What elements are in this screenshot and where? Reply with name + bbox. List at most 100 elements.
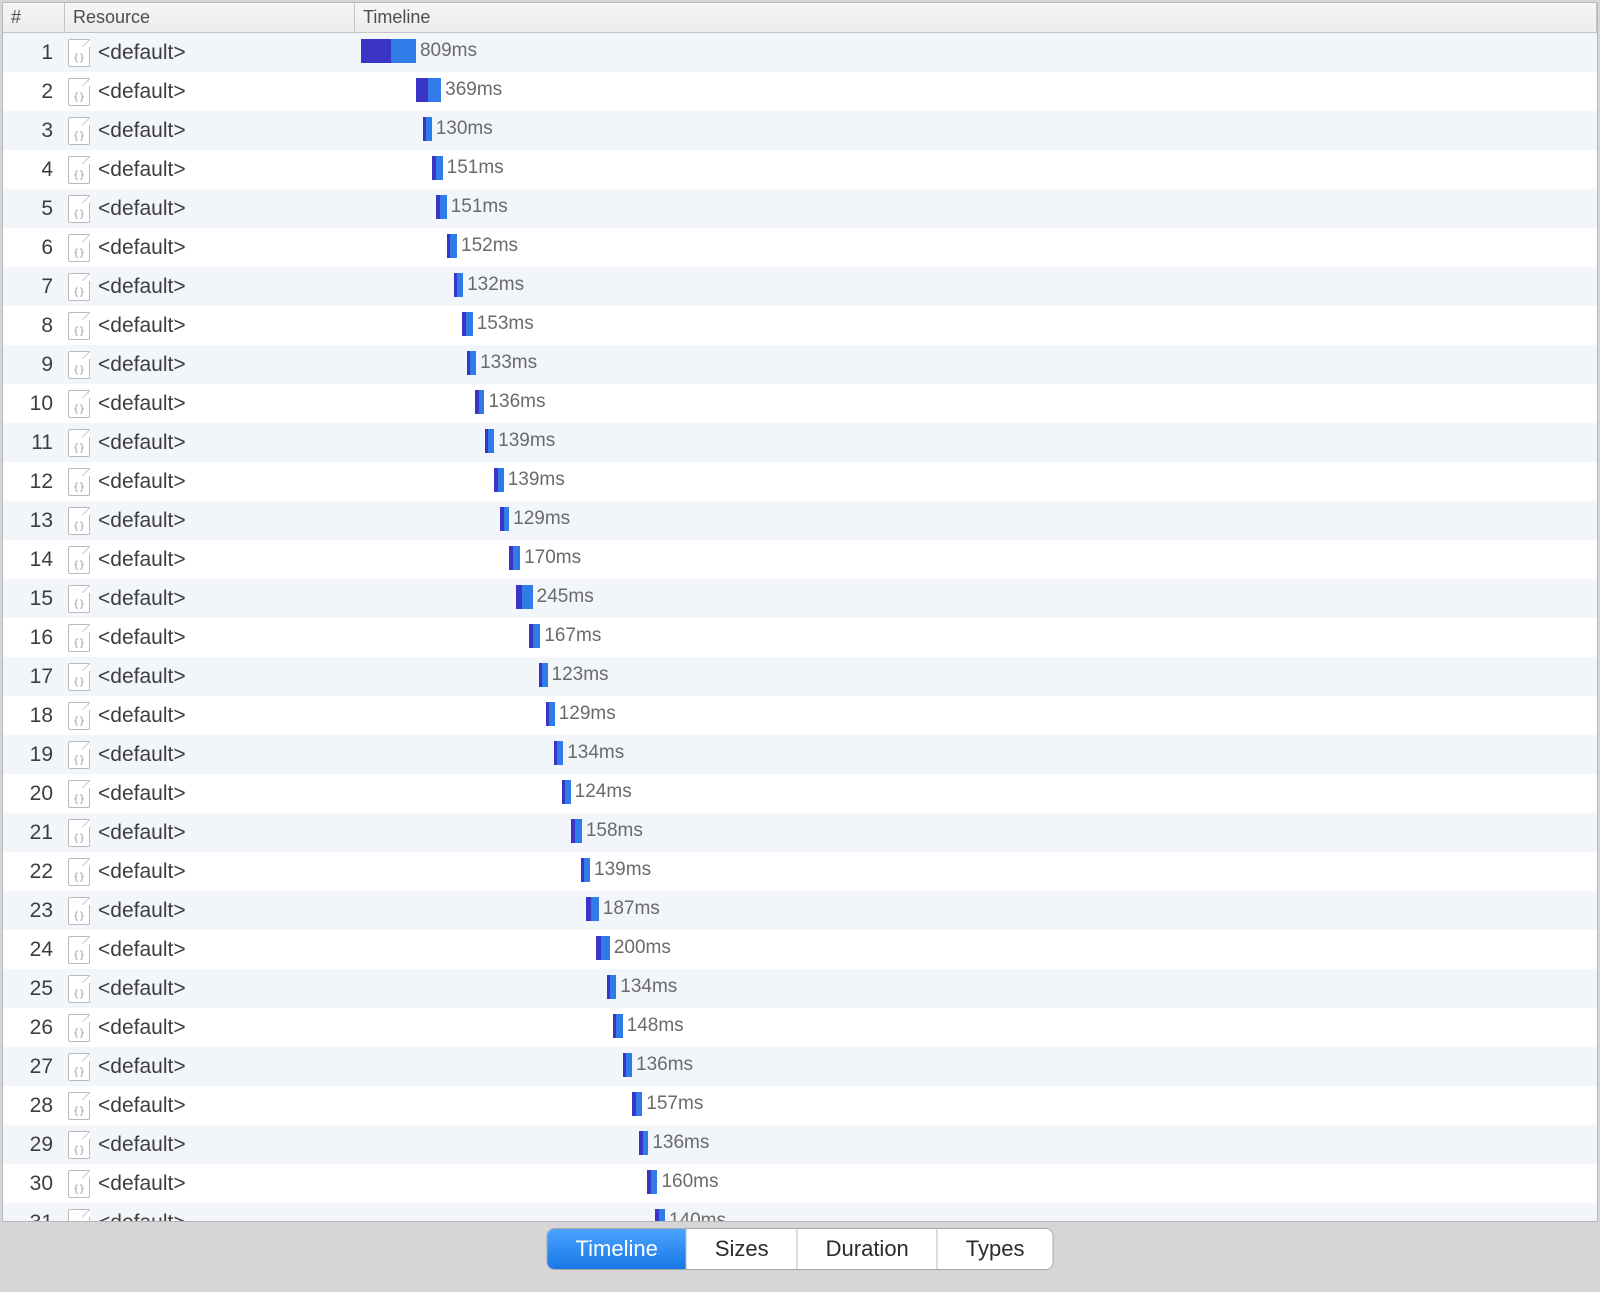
- resource-name: <default>: [98, 1172, 186, 1196]
- table-row[interactable]: 13<default>129ms: [3, 501, 1597, 540]
- timeline-bar-receiving: [488, 429, 494, 453]
- row-index: 17: [3, 665, 65, 689]
- table-row[interactable]: 21<default>158ms: [3, 813, 1597, 852]
- table-row[interactable]: 6<default>152ms: [3, 228, 1597, 267]
- timeline-bar[interactable]: 369ms: [416, 78, 502, 102]
- timeline-bar[interactable]: 148ms: [613, 1014, 684, 1038]
- timeline-bar[interactable]: 140ms: [655, 1209, 726, 1221]
- table-row[interactable]: 12<default>139ms: [3, 462, 1597, 501]
- timeline-bar[interactable]: 134ms: [607, 975, 677, 999]
- timeline-bar[interactable]: 139ms: [494, 468, 564, 492]
- timeline-bar[interactable]: 129ms: [546, 702, 616, 726]
- timeline-bar[interactable]: 136ms: [623, 1053, 693, 1077]
- table-row[interactable]: 30<default>160ms: [3, 1164, 1597, 1203]
- timeline-bar[interactable]: 153ms: [462, 312, 533, 336]
- table-row[interactable]: 3<default>130ms: [3, 111, 1597, 150]
- timeline-bar[interactable]: 132ms: [454, 273, 524, 297]
- table-row[interactable]: 22<default>139ms: [3, 852, 1597, 891]
- table-row[interactable]: 5<default>151ms: [3, 189, 1597, 228]
- resource-name: <default>: [98, 782, 186, 806]
- tab-timeline[interactable]: Timeline: [548, 1229, 687, 1269]
- timeline-bar[interactable]: 139ms: [581, 858, 651, 882]
- timeline-bar[interactable]: 200ms: [596, 936, 671, 960]
- row-timeline-cell: 123ms: [355, 657, 1597, 696]
- row-index: 5: [3, 197, 65, 221]
- timeline-bar[interactable]: 129ms: [500, 507, 570, 531]
- timeline-bar[interactable]: 136ms: [639, 1131, 709, 1155]
- table-row[interactable]: 27<default>136ms: [3, 1047, 1597, 1086]
- table-row[interactable]: 14<default>170ms: [3, 540, 1597, 579]
- timeline-bar[interactable]: 151ms: [432, 156, 503, 180]
- resource-name: <default>: [98, 236, 186, 260]
- timeline-bar-label: 134ms: [567, 742, 624, 764]
- timeline-bar-receiving: [428, 78, 441, 102]
- timeline-bar[interactable]: 170ms: [509, 546, 582, 570]
- table-row[interactable]: 9<default>133ms: [3, 345, 1597, 384]
- timeline-bar[interactable]: 245ms: [516, 585, 594, 609]
- row-index: 1: [3, 41, 65, 65]
- column-header-index[interactable]: #: [3, 3, 65, 32]
- file-icon: [68, 312, 90, 340]
- timeline-bar[interactable]: 123ms: [539, 663, 608, 687]
- table-row[interactable]: 16<default>167ms: [3, 618, 1597, 657]
- table-row[interactable]: 11<default>139ms: [3, 423, 1597, 462]
- table-row[interactable]: 24<default>200ms: [3, 930, 1597, 969]
- table-row[interactable]: 7<default>132ms: [3, 267, 1597, 306]
- table-row[interactable]: 15<default>245ms: [3, 579, 1597, 618]
- timeline-bar[interactable]: 160ms: [647, 1170, 719, 1194]
- timeline-bar-label: 157ms: [646, 1093, 703, 1115]
- timeline-bar[interactable]: 134ms: [554, 741, 624, 765]
- table-row[interactable]: 1<default>809ms: [3, 33, 1597, 72]
- timeline-bar[interactable]: 167ms: [529, 624, 601, 648]
- file-icon: [68, 507, 90, 535]
- table-row[interactable]: 4<default>151ms: [3, 150, 1597, 189]
- timeline-bar[interactable]: 158ms: [571, 819, 643, 843]
- table-row[interactable]: 20 <default> 124ms: [3, 774, 1597, 813]
- row-index: 13: [3, 509, 65, 533]
- timeline-bar-waiting: [416, 78, 428, 102]
- timeline-bar-receiving: [470, 351, 476, 375]
- column-header-timeline[interactable]: Timeline: [355, 3, 1597, 32]
- tab-duration[interactable]: Duration: [798, 1229, 938, 1269]
- timeline-bar[interactable]: 157ms: [632, 1092, 704, 1116]
- table-row[interactable]: 2<default>369ms: [3, 72, 1597, 111]
- row-index: 20: [3, 782, 65, 806]
- table-row[interactable]: 17<default>123ms: [3, 657, 1597, 696]
- row-index: 12: [3, 470, 65, 494]
- timeline-bar[interactable]: 130ms: [423, 117, 493, 141]
- row-resource: <default>: [65, 1092, 355, 1120]
- resource-name: <default>: [98, 899, 186, 923]
- table-row[interactable]: 31<default>140ms: [3, 1203, 1597, 1221]
- table-row[interactable]: 19<default>134ms: [3, 735, 1597, 774]
- table-row[interactable]: 29<default>136ms: [3, 1125, 1597, 1164]
- table-row[interactable]: 26<default>148ms: [3, 1008, 1597, 1047]
- timeline-bar-receiving: [466, 312, 473, 336]
- timeline-bar[interactable]: 139ms: [485, 429, 555, 453]
- table-row[interactable]: 28<default> 157ms: [3, 1086, 1597, 1125]
- timeline-bar[interactable]: 136ms: [475, 390, 545, 414]
- file-icon: [68, 1131, 90, 1159]
- timeline-bar-receiving: [498, 468, 504, 492]
- tab-sizes[interactable]: Sizes: [687, 1229, 798, 1269]
- tab-types[interactable]: Types: [938, 1229, 1053, 1269]
- row-index: 25: [3, 977, 65, 1001]
- table-row[interactable]: 25<default>134ms: [3, 969, 1597, 1008]
- row-index: 28: [3, 1094, 65, 1118]
- table-row[interactable]: 8<default>153ms: [3, 306, 1597, 345]
- timeline-rows-scroll[interactable]: 1<default>809ms2<default>369ms3<default>…: [3, 33, 1597, 1221]
- timeline-bar-receiving: [616, 1014, 622, 1038]
- column-header-resource[interactable]: Resource: [65, 3, 355, 32]
- timeline-bar[interactable]: 152ms: [447, 234, 518, 258]
- timeline-bar[interactable]: 809ms: [361, 39, 477, 63]
- timeline-bar[interactable]: 133ms: [467, 351, 537, 375]
- timeline-bar[interactable]: 124ms: [562, 780, 631, 804]
- timeline-bar-receiving: [513, 546, 520, 570]
- table-row[interactable]: 23<default>187ms: [3, 891, 1597, 930]
- row-index: 26: [3, 1016, 65, 1040]
- timeline-bar[interactable]: 187ms: [586, 897, 660, 921]
- table-row[interactable]: 18<default>129ms: [3, 696, 1597, 735]
- timeline-bar[interactable]: 151ms: [436, 195, 507, 219]
- file-icon: [68, 1209, 90, 1222]
- table-row[interactable]: 10<default>136ms: [3, 384, 1597, 423]
- row-timeline-cell: 187ms: [355, 891, 1597, 930]
